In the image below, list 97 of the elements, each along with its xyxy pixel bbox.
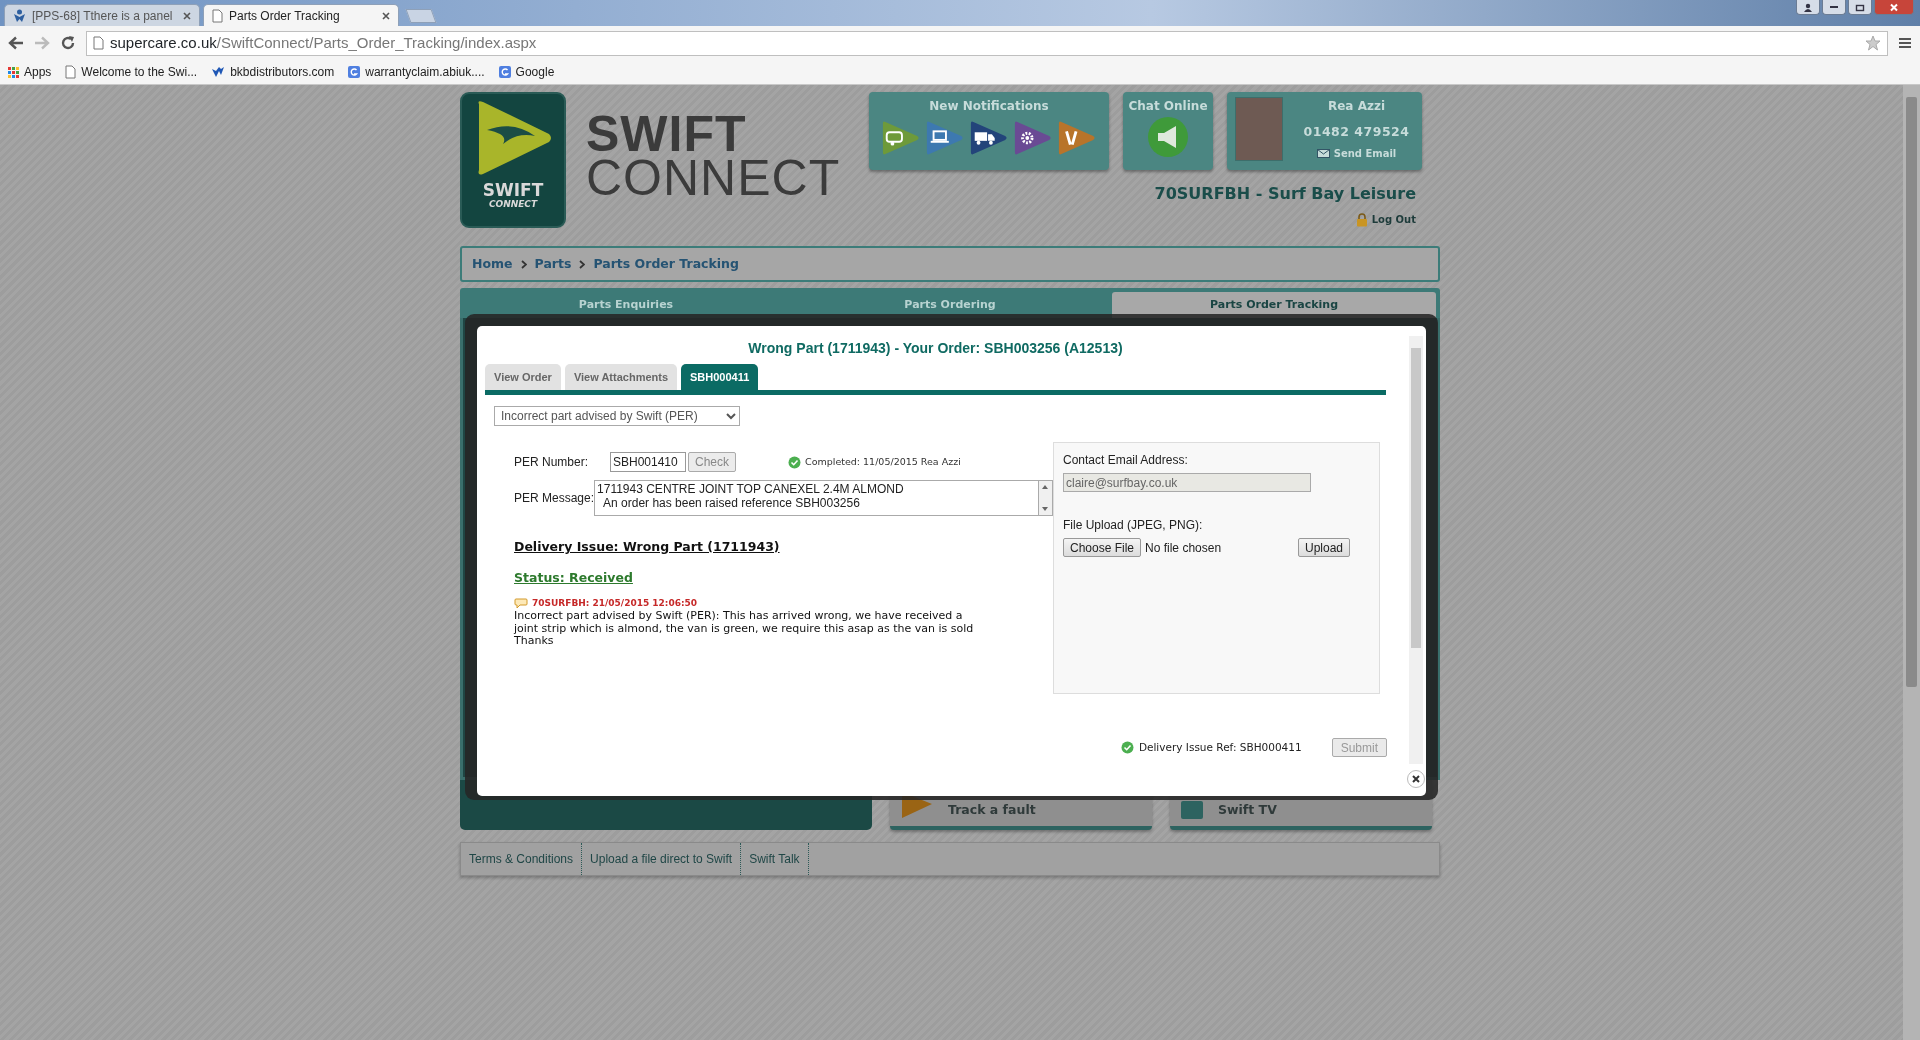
panel-title: Chat Online	[1128, 98, 1208, 115]
address-bar[interactable]: supercare.co.uk/SwiftConnect/Parts_Order_Tracking/index.aspx	[86, 30, 1888, 56]
panel-title: New Notifications	[929, 98, 1049, 115]
tab[interactable]: View Order	[485, 364, 561, 390]
logout-link[interactable]: Log Out	[1355, 212, 1416, 227]
envelope-icon	[1316, 148, 1330, 158]
bookmark[interactable]: warrantyclaim.abiuk....	[348, 63, 485, 81]
tab[interactable]: SBH000411	[681, 364, 759, 390]
breadcrumb-link[interactable]: Home	[472, 254, 513, 274]
bookmark-label: Google	[515, 64, 555, 81]
status-text: Status: Received	[514, 568, 634, 587]
logo-badge-subtext: CONNECT	[488, 199, 538, 209]
checkmark-logo-icon	[211, 66, 226, 78]
chevron-icon	[520, 259, 527, 269]
speech-bubble-icon	[514, 597, 528, 609]
field-label: File Upload (JPEG, PNG):	[1063, 517, 1204, 534]
bookmark-label: Welcome to the Swi...	[81, 64, 198, 81]
page-icon	[212, 8, 223, 23]
close-icon[interactable]	[183, 11, 191, 20]
bookmark[interactable]: Google	[498, 63, 555, 81]
breadcrumb-link[interactable]: Parts	[534, 254, 572, 274]
reference-text: Delivery Issue Ref: SBH000411	[1138, 739, 1302, 755]
logo-badge-text: SWIFT	[482, 182, 544, 199]
favicon-icon	[348, 66, 361, 78]
tile-label: Track a fault	[948, 801, 1036, 820]
chat-panel[interactable]: Chat Online	[1123, 92, 1213, 170]
restore-icon	[1855, 2, 1865, 12]
page-icon	[93, 36, 104, 50]
close-icon	[1412, 775, 1420, 783]
send-email-link[interactable]: Send Email	[1316, 145, 1397, 161]
account-name: 70SURFBH - Surf Bay Leisure	[1154, 183, 1416, 205]
scrollbar[interactable]	[1409, 336, 1423, 764]
url-text: supercare.co.uk/SwiftConnect/Parts_Order_Tracking/index.aspx	[110, 32, 537, 53]
bookmark[interactable]: Apps	[8, 63, 52, 81]
window-button[interactable]	[1796, 0, 1820, 15]
section-heading: Delivery Issue: Wrong Part (1711943)	[514, 538, 781, 556]
close-icon	[1889, 2, 1899, 12]
comment-author: 70SURFBH: 21/05/2015 12:06:50	[532, 596, 698, 610]
tab-title: Parts Order Tracking	[229, 7, 341, 25]
footer-link[interactable]: Terms & Conditions	[461, 843, 583, 875]
browser-tab[interactable]: [PPS-68] Tthere is a panel	[4, 4, 200, 26]
laptop-icon[interactable]	[925, 119, 965, 157]
person-icon	[1803, 2, 1813, 12]
tab-title: [PPS-68] Tthere is a panel	[32, 7, 174, 25]
screen-icon	[1180, 800, 1204, 820]
favicon-icon	[498, 66, 511, 78]
bookmark-label: bkbdistributors.com	[230, 64, 335, 81]
back-arrow-icon[interactable]	[8, 36, 24, 50]
tab[interactable]: Parts Enquiries	[464, 292, 788, 318]
email-field[interactable]: claire@surfbay.co.uk	[1063, 473, 1311, 492]
check-circle-icon	[1120, 741, 1134, 754]
window-button[interactable]	[1874, 0, 1914, 15]
tab[interactable]: View Attachments	[564, 364, 678, 390]
minimize-icon	[1830, 6, 1838, 8]
close-button[interactable]	[1407, 770, 1425, 788]
per-number-field[interactable]: SBH001410	[610, 452, 686, 472]
field-label: PER Message:	[514, 490, 595, 507]
menu-icon[interactable]	[1898, 37, 1912, 49]
gear-icon[interactable]	[1013, 119, 1053, 157]
figure-icon	[13, 8, 26, 23]
window-button[interactable]	[1848, 0, 1872, 15]
star-icon[interactable]	[1865, 35, 1881, 51]
chevron-icon	[579, 259, 586, 269]
logo-wordmark: CONNECT	[586, 156, 841, 200]
breadcrumb-link[interactable]: Parts Order Tracking	[593, 254, 739, 274]
browser-tab[interactable]: Parts Order Tracking	[203, 4, 399, 26]
padlock-icon	[1355, 212, 1368, 227]
tile-label: Swift TV	[1218, 801, 1277, 820]
footer-link[interactable]: Swift Talk	[741, 843, 809, 875]
profile-name: Rea Azzi	[1328, 98, 1385, 115]
completion-status: Completed: 11/05/2015 Rea Azzi	[805, 454, 961, 469]
footer-link[interactable]: Upload a file direct to Swift	[582, 843, 742, 875]
choose-file-button[interactable]: Choose File	[1063, 538, 1142, 557]
bookmark[interactable]: bkbdistributors.com	[211, 63, 335, 81]
field-label: Contact Email Address:	[1063, 452, 1189, 469]
issue-type-dropdown[interactable]: Incorrect part advised by Swift (PER)	[494, 406, 740, 426]
logo-wordmark: SWIFT	[586, 112, 747, 156]
bookmark-label: warrantyclaim.abiuk....	[365, 64, 485, 81]
tab[interactable]: Parts Ordering	[788, 292, 1112, 318]
field-label: PER Number:	[514, 454, 590, 471]
window-button[interactable]	[1822, 0, 1846, 15]
phone-number: 01482 479524	[1303, 123, 1410, 141]
megaphone-icon	[1146, 115, 1190, 159]
close-icon[interactable]	[382, 11, 390, 20]
bookmark[interactable]: Welcome to the Swi...	[65, 63, 198, 81]
comment-text: Incorrect part advised by Swift (PER): This has arrived wrong, we have received a joint strip which is almond, the van is green, we require this asap as the van is sold Thanks	[514, 610, 975, 648]
reload-icon[interactable]	[60, 35, 76, 51]
apps-grid-icon	[8, 66, 19, 78]
dialog-title: Wrong Part (1711943) - Your Order: SBH003256 (A12513)	[747, 339, 1124, 358]
bookmark-label: Apps	[24, 64, 52, 81]
file-name-text: No file chosen	[1145, 539, 1222, 557]
photo-placeholder	[1235, 97, 1283, 161]
truck-icon[interactable]	[969, 119, 1009, 157]
page-icon	[65, 65, 77, 79]
check-circle-icon	[788, 455, 801, 469]
upload-button[interactable]: Upload	[1297, 538, 1350, 557]
scrollbar[interactable]	[1903, 85, 1920, 1040]
